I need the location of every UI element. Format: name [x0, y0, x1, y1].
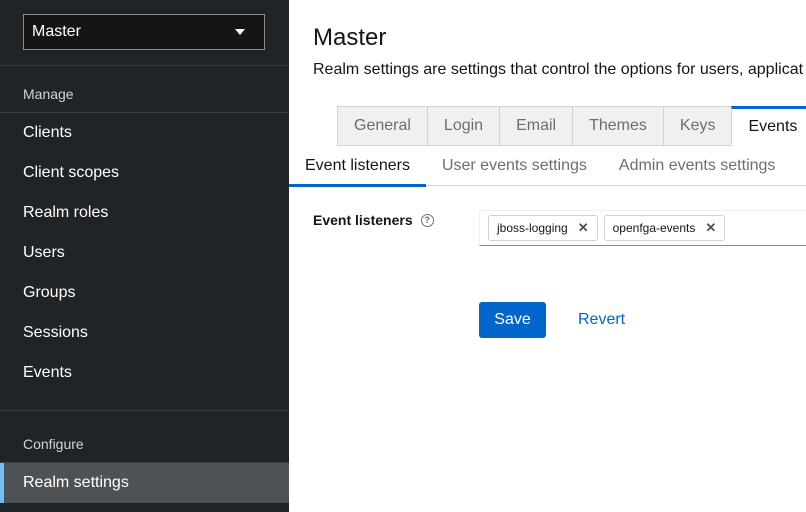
subtab-event-listeners[interactable]: Event listeners [289, 146, 426, 187]
sidebar-item-users[interactable]: Users [0, 233, 289, 273]
realm-settings-tabs: General Login Email Themes Keys Events [337, 106, 806, 146]
events-subtabs: Event listeners User events settings Adm… [289, 146, 806, 187]
sidebar-item-sessions[interactable]: Sessions [0, 313, 289, 353]
chip-label: jboss-logging [497, 221, 568, 235]
sidebar-item-realm-roles[interactable]: Realm roles [0, 193, 289, 233]
tab-events[interactable]: Events [731, 106, 806, 146]
chip-label: openfga-events [612, 221, 696, 235]
page-title: Master [313, 24, 387, 51]
tab-keys[interactable]: Keys [662, 106, 732, 146]
sidebar-item-realm-settings[interactable]: Realm settings [0, 463, 289, 503]
tab-email[interactable]: Email [499, 106, 573, 146]
sidebar-item-events[interactable]: Events [0, 353, 289, 393]
sidebar: Master Manage Clients Client scopes Real… [0, 0, 289, 512]
tab-general[interactable]: General [337, 106, 427, 146]
subtab-admin-events-settings[interactable]: Admin events settings [603, 146, 792, 186]
subtab-user-events-settings[interactable]: User events settings [426, 146, 603, 186]
nav-group-configure: Configure [23, 436, 84, 452]
sidebar-item-client-scopes[interactable]: Client scopes [0, 153, 289, 193]
nav-group-manage: Manage [23, 86, 74, 102]
realm-selector-label: Master [32, 23, 81, 40]
page-description: Realm settings are settings that control… [313, 61, 804, 78]
event-listeners-label-text: Event listeners [313, 212, 413, 228]
sidebar-divider [0, 65, 289, 66]
tab-themes[interactable]: Themes [572, 106, 663, 146]
help-icon[interactable]: ? [420, 213, 434, 227]
event-listeners-select[interactable]: jboss-logging ✕ openfga-events ✕ [479, 210, 806, 246]
event-listeners-label: Event listeners ? [313, 212, 434, 228]
sidebar-divider [0, 410, 289, 411]
realm-selector[interactable]: Master [23, 14, 265, 50]
chip-jboss-logging: jboss-logging ✕ [488, 215, 598, 241]
chip-openfga-events: openfga-events ✕ [603, 215, 726, 241]
tab-login[interactable]: Login [426, 106, 500, 146]
save-button[interactable]: Save [479, 302, 546, 338]
caret-down-icon [235, 29, 245, 35]
sidebar-item-clients[interactable]: Clients [0, 113, 289, 153]
sidebar-item-groups[interactable]: Groups [0, 273, 289, 313]
close-icon[interactable]: ✕ [705, 220, 716, 236]
revert-button[interactable]: Revert [566, 302, 637, 338]
close-icon[interactable]: ✕ [578, 220, 589, 236]
